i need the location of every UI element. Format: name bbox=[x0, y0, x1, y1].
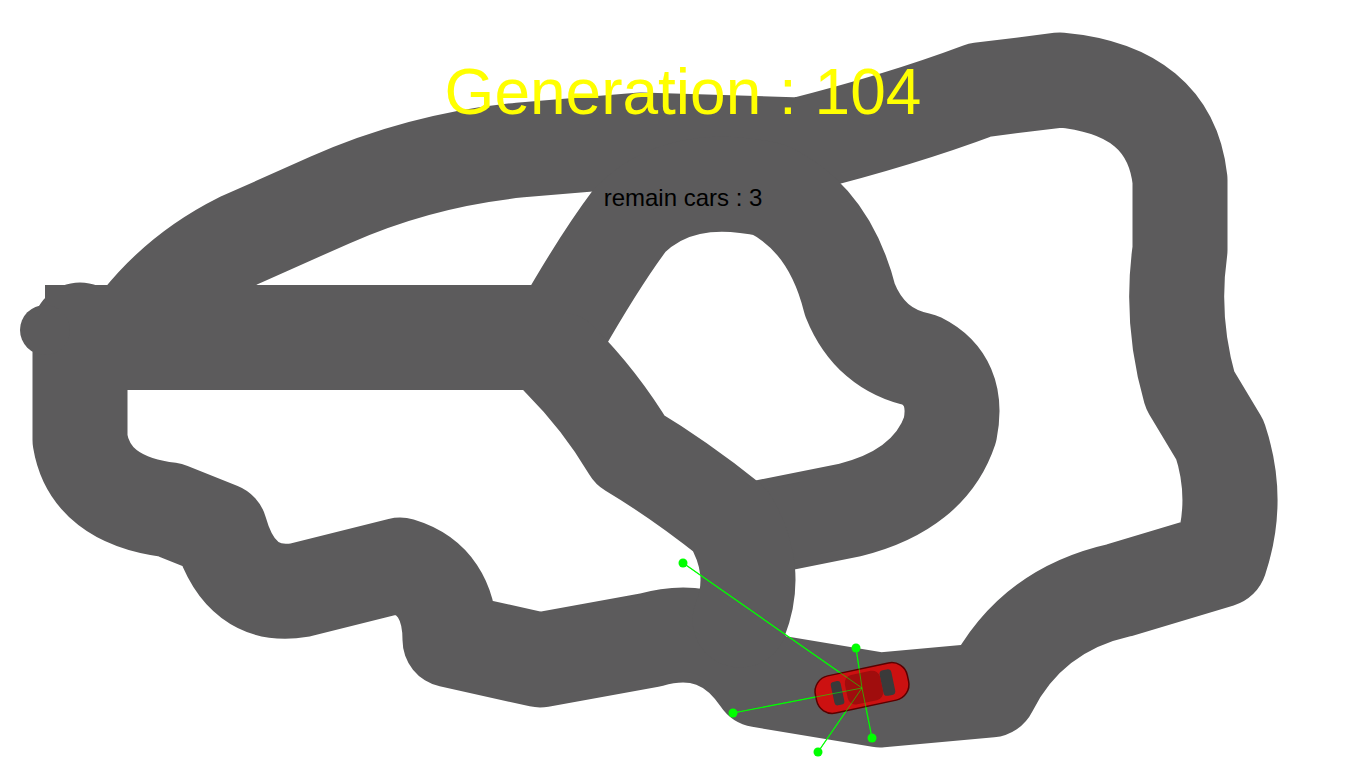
generation-label: Generation : 104 bbox=[445, 60, 922, 124]
game-screen: Generation : 104 remain cars : 3 bbox=[0, 0, 1366, 768]
hud: Generation : 104 remain cars : 3 bbox=[0, 0, 1366, 210]
remaining-cars-label: remain cars : 3 bbox=[604, 186, 763, 210]
sensor-lines bbox=[679, 559, 877, 757]
